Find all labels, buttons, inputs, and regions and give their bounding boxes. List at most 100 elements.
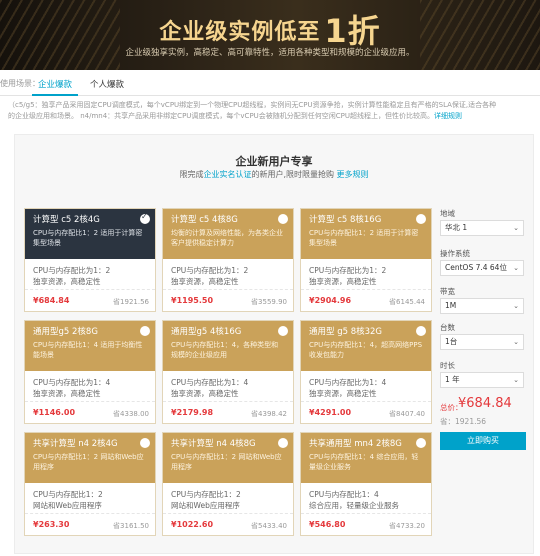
- radio-icon[interactable]: [416, 438, 426, 448]
- total-saved: 省：1921.56: [440, 417, 487, 426]
- chevron-down-icon: ⌄: [513, 302, 519, 310]
- card-specs: CPU与内存配比为1：4 独享资源，高稳定性: [33, 378, 111, 398]
- chevron-down-icon: ⌄: [513, 224, 519, 232]
- card-price: ¥1146.00: [33, 408, 76, 417]
- quantity-select[interactable]: 1台 ⌄: [440, 334, 524, 350]
- card-description: CPU与内存配比1：4 综合应用，轻量级企业服务: [309, 453, 419, 471]
- card-price: ¥546.80: [309, 520, 346, 529]
- card-name: 计算型 c5 2核4G: [33, 215, 100, 225]
- instance-card[interactable]: 共享计算型 n4 2核4G CPU与内存配比1：2 网站和Web应用程序 CPU与内…: [24, 432, 156, 536]
- product-notice: （c5/g5：独享产品采用固定CPU调度模式，每个vCPU绑定到一个物理CPU超…: [8, 101, 497, 120]
- banner-headline-discount: 1折: [324, 12, 381, 50]
- card-specs: CPU与内存配比为1：2 独享资源，高稳定性: [309, 266, 387, 286]
- card-price: ¥4291.00: [309, 408, 352, 417]
- card-saving: 省4338.00: [113, 410, 149, 418]
- card-saving: 省5433.40: [251, 522, 287, 530]
- card-name: 共享计算型 n4 4核8G: [171, 439, 256, 449]
- card-specs: CPU与内存配比1：2 网站和Web应用程序: [171, 490, 241, 510]
- duration-label: 时长: [440, 361, 455, 370]
- total-price: ¥684.84: [458, 396, 512, 411]
- card-header: 通用型 g5 8核32G CPU与内存配比1：4，超高网络PPS收发包能力: [301, 321, 431, 371]
- verification-link[interactable]: 企业实名认证: [203, 170, 251, 179]
- radio-icon[interactable]: [140, 326, 150, 336]
- card-specs: CPU与内存配比为1：4 独享资源，高稳定性: [309, 378, 387, 398]
- duration-select[interactable]: 1 年 ⌄: [440, 372, 524, 388]
- os-label: 操作系统: [440, 249, 470, 258]
- radio-icon[interactable]: [278, 438, 288, 448]
- os-select[interactable]: CentOS 7.4 64位 ⌄: [440, 260, 524, 276]
- check-icon[interactable]: [140, 212, 150, 224]
- bandwidth-label: 带宽: [440, 287, 455, 296]
- radio-icon[interactable]: [278, 326, 288, 336]
- more-rules-link[interactable]: 更多规则: [337, 170, 369, 179]
- card-name: 计算型 c5 4核8G: [171, 215, 238, 225]
- card-header: 共享通用型 mn4 2核8G CPU与内存配比1：4 综合应用，轻量级企业服务: [301, 433, 431, 483]
- card-name: 共享计算型 n4 2核4G: [33, 439, 118, 449]
- promo-banner: 企业级实例低至 1折 企业级独享实例，高稳定、高可靠特性，适用各种类型和规模的企业…: [0, 0, 540, 70]
- card-header: 计算型 c5 4核8G 均衡的计算及网络性能，为各类企业客户提供稳定计算力: [163, 209, 293, 259]
- card-description: CPU与内存配比1：2 适用于计算密集型场景: [33, 229, 143, 247]
- card-saving: 省4733.20: [389, 522, 425, 530]
- card-saving: 省3161.50: [113, 522, 149, 530]
- instance-card[interactable]: 通用型 g5 8核32G CPU与内存配比1：4，超高网络PPS收发包能力 CPU与…: [300, 320, 432, 424]
- card-divider: [25, 401, 155, 402]
- card-description: CPU与内存配比1：4，超高网络PPS收发包能力: [309, 341, 423, 359]
- card-price: ¥1022.60: [171, 520, 214, 529]
- card-price: ¥2179.98: [171, 408, 214, 417]
- instance-card[interactable]: 计算型 c5 8核16G CPU与内存配比1：2 适用于计算密集型场景 CPU与内存…: [300, 208, 432, 312]
- card-divider: [25, 289, 155, 290]
- chevron-down-icon: ⌄: [513, 264, 519, 272]
- instance-card[interactable]: 通用型g5 2核8G CPU与内存配比1：4 适用于均衡性能场景 CPU与内存配比为…: [24, 320, 156, 424]
- card-divider: [163, 513, 293, 514]
- card-specs: CPU与内存配比为1：2 独享资源，高稳定性: [33, 266, 111, 286]
- instance-card[interactable]: 通用型g5 4核16G CPU与内存配比1：4，各种类型和规模的企业级应用 CPU与…: [162, 320, 294, 424]
- card-header: 计算型 c5 2核4G CPU与内存配比1：2 适用于计算密集型场景: [25, 209, 155, 259]
- card-description: CPU与内存配比1：2 适用于计算密集型场景: [309, 229, 419, 247]
- banner-subtitle: 企业级独享实例，高稳定、高可靠特性，适用各种类型和规模的企业级应用。: [125, 48, 415, 58]
- instance-card[interactable]: 共享通用型 mn4 2核8G CPU与内存配比1：4 综合应用，轻量级企业服务 CP…: [300, 432, 432, 536]
- card-name: 通用型g5 2核8G: [33, 327, 98, 337]
- card-specs: CPU与内存配比1：4 综合应用，轻量级企业服务: [309, 490, 399, 510]
- card-header: 通用型g5 2核8G CPU与内存配比1：4 适用于均衡性能场景: [25, 321, 155, 371]
- card-header: 共享计算型 n4 2核4G CPU与内存配比1：2 网站和Web应用程序: [25, 433, 155, 483]
- radio-icon[interactable]: [140, 438, 150, 448]
- card-divider: [301, 289, 431, 290]
- tab-personal[interactable]: 个人爆款: [90, 78, 124, 90]
- card-price: ¥2904.96: [309, 296, 352, 305]
- instance-card[interactable]: 计算型 c5 4核8G 均衡的计算及网络性能，为各类企业客户提供稳定计算力 CPU与…: [162, 208, 294, 312]
- card-name: 通用型g5 4核16G: [171, 327, 242, 337]
- card-name: 通用型 g5 8核32G: [309, 327, 383, 337]
- card-saving: 省1921.56: [113, 298, 149, 306]
- card-specs: CPU与内存配比为1：2 独享资源，高稳定性: [171, 266, 249, 286]
- instance-card[interactable]: 计算型 c5 2核4G CPU与内存配比1：2 适用于计算密集型场景 CPU与内存配…: [24, 208, 156, 312]
- radio-icon[interactable]: [416, 214, 426, 224]
- quantity-label: 台数: [440, 323, 455, 332]
- radio-icon[interactable]: [416, 326, 426, 336]
- buy-now-button[interactable]: 立即购买: [440, 432, 526, 450]
- card-saving: 省3559.90: [251, 298, 287, 306]
- rules-detail-link[interactable]: 详细规则: [434, 112, 462, 120]
- instance-card[interactable]: 共享计算型 n4 4核8G CPU与内存配比1：2 网站和Web应用程序 CPU与内…: [162, 432, 294, 536]
- scenario-tabs: 使用场景： 企业爆款 个人爆款: [0, 70, 540, 96]
- region-label: 地域: [440, 209, 455, 218]
- card-divider: [25, 513, 155, 514]
- tabs-prefix: 使用场景：: [0, 79, 40, 88]
- card-specs: CPU与内存配比1：2 网站和Web应用程序: [33, 490, 103, 510]
- bandwidth-select[interactable]: 1M ⌄: [440, 298, 524, 314]
- card-description: CPU与内存配比1：2 网站和Web应用程序: [33, 453, 144, 471]
- card-description: CPU与内存配比1：4，各种类型和规模的企业级应用: [171, 341, 279, 359]
- card-price: ¥684.84: [33, 296, 70, 305]
- panel-title: 企业新用户专享: [235, 155, 313, 168]
- card-divider: [301, 401, 431, 402]
- card-saving: 省4398.42: [251, 410, 287, 418]
- tab-enterprise[interactable]: 企业爆款: [31, 78, 79, 96]
- radio-icon[interactable]: [278, 214, 288, 224]
- card-header: 共享计算型 n4 4核8G CPU与内存配比1：2 网站和Web应用程序: [163, 433, 293, 483]
- chevron-down-icon: ⌄: [513, 338, 519, 346]
- card-header: 计算型 c5 8核16G CPU与内存配比1：2 适用于计算密集型场景: [301, 209, 431, 259]
- card-saving: 省6145.44: [389, 298, 425, 306]
- card-saving: 省8407.40: [389, 410, 425, 418]
- card-price: ¥263.30: [33, 520, 70, 529]
- region-select[interactable]: 华北 1 ⌄: [440, 220, 524, 236]
- card-name: 计算型 c5 8核16G: [309, 215, 382, 225]
